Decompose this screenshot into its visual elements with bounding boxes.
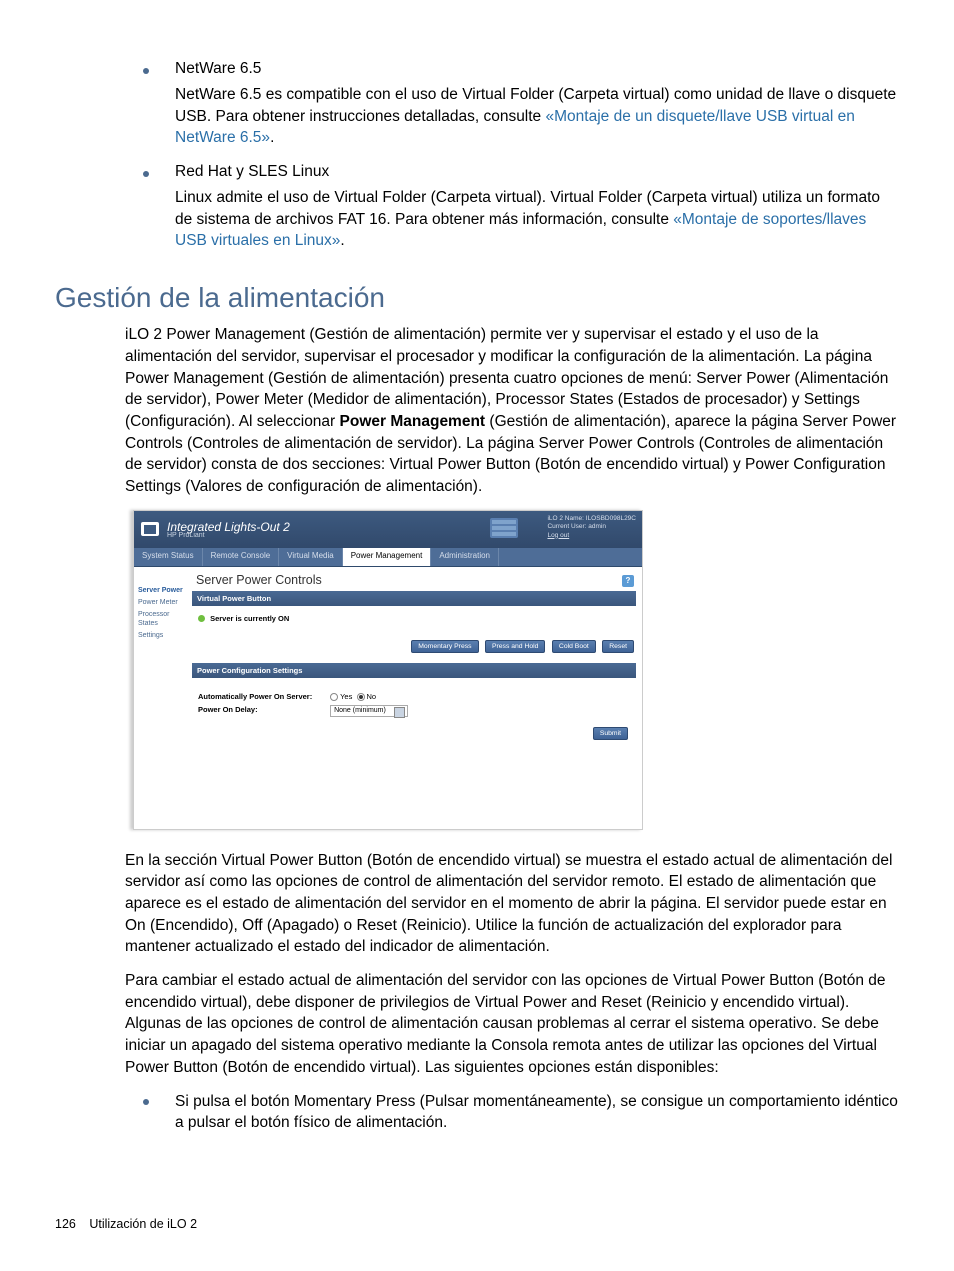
bullet-icon	[143, 171, 149, 177]
tab-virtual-media[interactable]: Virtual Media	[279, 548, 343, 566]
server-image-icon	[484, 514, 524, 544]
logout-link[interactable]: Log out	[547, 532, 636, 540]
list-item: NetWare 6.5 NetWare 6.5 es compatible co…	[143, 60, 899, 157]
paragraph-2: En la sección Virtual Power Button (Botó…	[125, 850, 899, 958]
bullet-paragraph: Si pulsa el botón Momentary Press (Pulsa…	[175, 1091, 899, 1134]
power-delay-row: Power On Delay: None (minimum)	[198, 705, 630, 717]
cold-boot-button[interactable]: Cold Boot	[552, 640, 596, 653]
bullet-paragraph: NetWare 6.5 es compatible con el uso de …	[175, 84, 899, 149]
bottom-bullet-list: Si pulsa el botón Momentary Press (Pulsa…	[143, 1091, 899, 1142]
page-number: 126	[55, 1217, 76, 1231]
momentary-press-button[interactable]: Momentary Press	[411, 640, 478, 653]
list-item: Red Hat y SLES Linux Linux admite el uso…	[143, 163, 899, 260]
tab-administration[interactable]: Administration	[431, 548, 499, 566]
server-status-row: Server is currently ON	[192, 612, 636, 635]
ilo-sidebar: Server Power Power Meter Processor State…	[134, 567, 192, 829]
section-power-config: Power Configuration Settings	[192, 663, 636, 678]
auto-power-label: Automatically Power On Server:	[198, 692, 328, 701]
section-virtual-power-button: Virtual Power Button	[192, 591, 636, 606]
bullet-icon	[143, 68, 149, 74]
text: .	[270, 129, 274, 146]
bullet-paragraph: Linux admite el uso de Virtual Folder (C…	[175, 187, 899, 252]
section-heading: Gestión de la alimentación	[55, 282, 899, 314]
ilo-body: Server Power Power Meter Processor State…	[134, 567, 642, 829]
ilo-title: Integrated Lights-Out 2 HP ProLiant	[167, 520, 290, 539]
ilo-name: iLO 2 Name: ILOSBD098L29C	[547, 515, 636, 523]
ilo-screenshot: Integrated Lights-Out 2 HP ProLiant iLO …	[133, 510, 899, 830]
ilo-main: Server Power Controls ? Virtual Power Bu…	[192, 567, 642, 829]
ilo-meta: iLO 2 Name: ILOSBD098L29C Current User: …	[547, 515, 636, 540]
sidebar-item-settings[interactable]: Settings	[138, 632, 188, 640]
press-and-hold-button[interactable]: Press and Hold	[485, 640, 545, 653]
bullet-title: Red Hat y SLES Linux	[175, 163, 899, 181]
ilo-window: Integrated Lights-Out 2 HP ProLiant iLO …	[133, 510, 643, 830]
submit-button[interactable]: Submit	[593, 727, 628, 740]
power-config-form: Automatically Power On Server: Yes No Po…	[192, 684, 636, 744]
radio-no[interactable]	[357, 693, 365, 701]
tab-power-management[interactable]: Power Management	[343, 548, 432, 566]
bullet-icon	[143, 1099, 149, 1105]
tab-system-status[interactable]: System Status	[134, 548, 203, 566]
sidebar-item-processor-states[interactable]: Processor States	[138, 611, 188, 628]
power-delay-select[interactable]: None (minimum)	[330, 705, 408, 717]
power-delay-label: Power On Delay:	[198, 705, 328, 714]
page-footer: 126 Utilización de iLO 2	[55, 1217, 197, 1231]
paragraph-3: Para cambiar el estado actual de aliment…	[125, 970, 899, 1078]
sidebar-item-power-meter[interactable]: Power Meter	[138, 599, 188, 607]
radio-yes[interactable]	[330, 693, 338, 701]
bold-text: Power Management	[340, 413, 490, 430]
hp-logo-icon	[141, 522, 159, 536]
auto-power-row: Automatically Power On Server: Yes No	[198, 692, 630, 701]
intro-paragraph: iLO 2 Power Management (Gestión de alime…	[125, 324, 899, 498]
ilo-main-title: Server Power Controls	[196, 573, 636, 587]
ilo-header: Integrated Lights-Out 2 HP ProLiant iLO …	[134, 511, 642, 548]
submit-row: Submit	[198, 721, 630, 740]
reset-button[interactable]: Reset	[602, 640, 634, 653]
status-text: Server is currently ON	[210, 614, 289, 623]
radio-no-label: No	[367, 692, 377, 701]
help-icon[interactable]: ?	[622, 575, 634, 587]
bullet-title: NetWare 6.5	[175, 60, 899, 78]
ilo-user: Current User: admin	[547, 523, 636, 531]
power-button-row: Momentary Press Press and Hold Cold Boot…	[192, 635, 636, 663]
footer-text: Utilización de iLO 2	[89, 1217, 197, 1231]
status-led-icon	[198, 615, 205, 622]
tab-remote-console[interactable]: Remote Console	[203, 548, 280, 566]
top-bullet-list: NetWare 6.5 NetWare 6.5 es compatible co…	[143, 60, 899, 260]
text: .	[340, 232, 344, 249]
list-item: Si pulsa el botón Momentary Press (Pulsa…	[143, 1091, 899, 1142]
sidebar-item-server-power[interactable]: Server Power	[138, 587, 188, 595]
radio-yes-label: Yes	[340, 692, 352, 701]
ilo-tabs: System Status Remote Console Virtual Med…	[134, 548, 642, 567]
select-value: None (minimum)	[334, 707, 386, 714]
